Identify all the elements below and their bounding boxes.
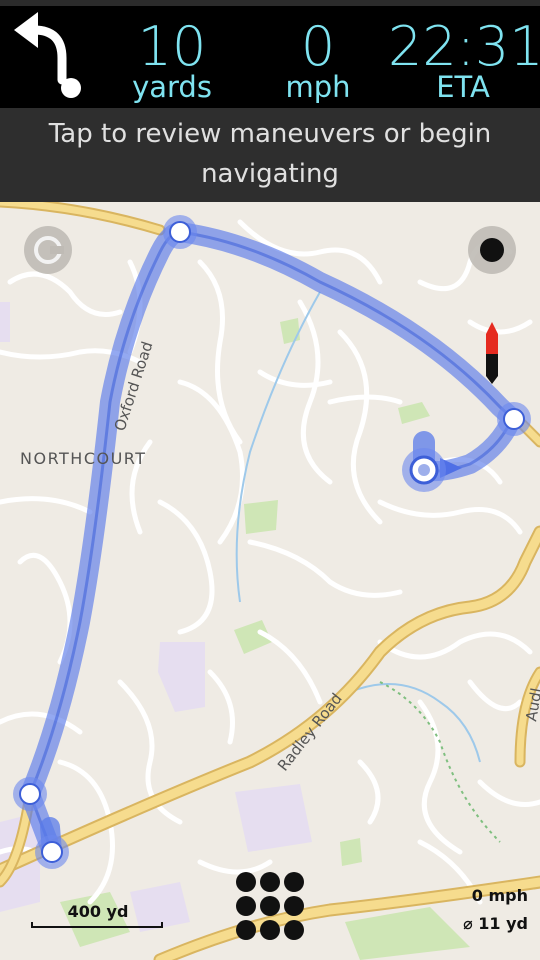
scale-label: 400 yd: [67, 902, 129, 921]
current-speed: 0 mph: [270, 15, 366, 104]
speed-unit: mph: [285, 70, 351, 104]
map-view[interactable]: NORTHCOURT Oxford Road Radley Road Audl: [0, 202, 540, 960]
distance-unit: yards: [132, 70, 212, 104]
status-strip: [0, 0, 540, 6]
grid-dot: [284, 896, 304, 916]
distance-to-maneuver: 10 yards: [118, 15, 226, 104]
grid-dot: [236, 872, 256, 892]
gps-accuracy: ⌀ 11 yd: [463, 914, 528, 933]
gps-speed: 0 mph: [471, 886, 528, 905]
current-position-marker: [402, 448, 446, 492]
grid-dot: [260, 872, 280, 892]
review-maneuvers-banner[interactable]: Tap to review maneuvers or begin navigat…: [0, 108, 540, 202]
grid-dot: [284, 872, 304, 892]
eta: 22:31 ETA: [388, 15, 540, 103]
u-turn-left-icon[interactable]: [8, 12, 88, 102]
grid-dot: [236, 920, 256, 940]
gps-readout: 0 mph ⌀ 11 yd: [410, 882, 528, 938]
speed-value: 0: [300, 15, 336, 78]
map-canvas[interactable]: NORTHCOURT Oxford Road Radley Road Audl: [0, 202, 540, 960]
grid-dot: [236, 896, 256, 916]
grid-dot: [284, 920, 304, 940]
eta-value: 22:31: [388, 15, 540, 78]
area-label: NORTHCOURT: [20, 449, 147, 468]
compass-north-icon[interactable]: [486, 322, 498, 384]
grid-dot: [260, 920, 280, 940]
grid-dot: [260, 896, 280, 916]
center-location-icon[interactable]: [24, 226, 72, 274]
menu-grid-icon[interactable]: [236, 872, 304, 940]
distance-value: 10: [137, 15, 207, 78]
gps-status-icon[interactable]: [468, 226, 516, 274]
nav-header: 10 yards 0 mph 22:31 ETA: [0, 0, 540, 108]
scale-bar: [31, 922, 163, 928]
